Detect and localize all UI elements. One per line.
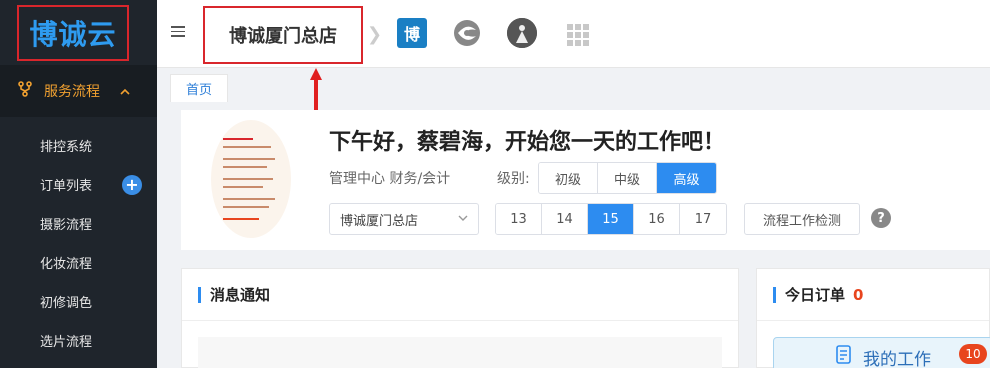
orders-count: 0 [853,285,864,304]
shop-select-value: 博诚厦门总店 [340,213,419,229]
top-bar: 博诚厦门总店 ❯ 博 [157,0,990,68]
help-icon[interactable]: ? [871,208,891,228]
orders-card-header: 今日订单 0 [757,269,989,321]
level-option-junior[interactable]: 初级 [539,163,598,193]
number-option-selected[interactable]: 15 [588,204,634,234]
my-work-label: 我的工作 [863,349,931,368]
user-avatar[interactable] [507,18,537,48]
menu-collapse-icon[interactable] [171,26,185,40]
shop-name-title[interactable]: 博诚厦门总店 [203,6,363,64]
apps-grid-icon[interactable] [567,24,589,46]
today-orders-card: 今日订单 0 我的工作 [756,268,990,368]
chevron-down-icon [458,212,468,225]
my-work-button[interactable]: 我的工作 [773,337,990,368]
sidebar-item-label: 摄影流程 [40,218,93,233]
messages-body [198,337,722,368]
number-option[interactable]: 17 [680,204,726,234]
sidebar-item-photography[interactable]: 摄影流程 [0,204,157,243]
bo-app-icon[interactable]: 博 [397,18,427,48]
add-order-icon[interactable]: + [122,175,142,195]
sidebar-item-label: 初修调色 [40,296,93,311]
sidebar-item-label: 化妆流程 [40,257,93,272]
header-accent-bar [773,286,776,303]
tab-home[interactable]: 首页 [170,74,228,102]
header-accent-bar [198,286,201,303]
shop-select[interactable]: 博诚厦门总店 [329,203,479,235]
sidebar-group-service-flow[interactable]: 服务流程 [0,65,157,117]
chevron-up-icon [120,85,130,98]
orders-title: 今日订单 [785,286,846,304]
my-work-badge: 10 [959,344,987,364]
sidebar-item-retouch[interactable]: 初修调色 [0,282,157,321]
logo[interactable]: 博诚云 [17,5,129,61]
level-label: 级别: [497,171,530,187]
sidebar-item-selection[interactable]: 选片流程 [0,321,157,360]
flow-icon [18,81,40,101]
level-option-middle[interactable]: 中级 [598,163,657,193]
number-option[interactable]: 13 [496,204,542,234]
bo-app-label: 博 [403,25,420,44]
chevron-right-icon: ❯ [367,24,383,45]
messages-title: 消息通知 [210,286,271,304]
sidebar-item-label: 选片流程 [40,335,93,350]
sidebar-item-schedule[interactable]: 排控系统 [0,126,157,165]
tab-home-label: 首页 [185,83,212,98]
greeting-heading: 下午好，蔡碧海，开始您一天的工作吧！ [329,130,726,155]
logo-text: 博诚云 [29,18,117,51]
swirl-app-icon[interactable] [452,18,482,48]
sidebar-item-makeup[interactable]: 化妆流程 [0,243,157,282]
document-icon [835,344,853,368]
number-selector: 13 14 15 16 17 [495,203,727,235]
sidebar-item-label: 订单列表 [40,179,93,194]
promo-poster-image [211,120,291,238]
level-selector: 初级 中级 高级 [538,162,717,194]
number-option[interactable]: 16 [634,204,680,234]
welcome-panel: 下午好，蔡碧海，开始您一天的工作吧！ 管理中心 财务/会计 级别: 初级 中级 … [181,110,990,250]
shop-name-text: 博诚厦门总店 [229,26,337,47]
number-option[interactable]: 14 [542,204,588,234]
messages-card-header: 消息通知 [182,269,738,321]
sidebar-item-label: 排控系统 [40,140,93,155]
process-check-button[interactable]: 流程工作检测 [744,203,860,235]
sidebar: 博诚云 服务流程 排控系统 订单列表 + 摄影流程 化妆流程 初修调色 选片流程 [0,0,157,368]
sidebar-group-label: 服务流程 [44,84,100,100]
messages-card: 消息通知 [181,268,739,368]
level-option-senior[interactable]: 高级 [657,163,716,193]
user-role: 管理中心 财务/会计 [329,171,451,187]
annotation-arrow-icon [310,68,322,110]
